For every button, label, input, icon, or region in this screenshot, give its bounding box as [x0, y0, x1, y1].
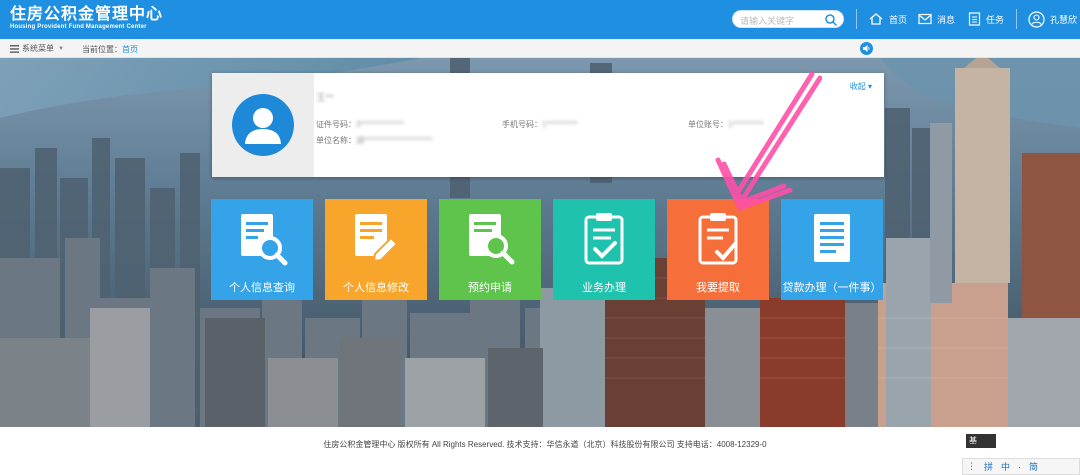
tile-personal-info-edit[interactable]: 个人信息修改 [325, 199, 427, 300]
task-list-icon [968, 12, 981, 26]
annotation-arrow-icon [715, 71, 822, 212]
caret-down-icon: ▾ [867, 82, 872, 91]
speaker-icon[interactable] [860, 42, 873, 55]
edit-document-icon [355, 214, 399, 263]
tile-label: 个人信息查询 [229, 282, 295, 294]
system-menu-button[interactable]: 系统菜单 ▼ [10, 43, 64, 54]
search-box [732, 10, 844, 29]
ime-logo-icon: ⋮ [967, 461, 976, 471]
user-silhouette-icon [245, 108, 281, 144]
ime-punctuation[interactable]: · [1018, 462, 1021, 472]
ime-mode-pinyin[interactable]: 拼 [984, 460, 993, 473]
footer-copyright: 住房公积金管理中心 版权所有 All Rights Reserved. 技术支持… [323, 440, 767, 449]
appointment-search-icon [469, 214, 515, 265]
header-divider [1016, 9, 1017, 29]
tile-label: 我要提取 [696, 282, 740, 294]
nav-home[interactable]: 首页 [868, 8, 907, 30]
tile-label: 预约申请 [468, 282, 512, 294]
breadcrumb: 当前位置：首页 [82, 44, 138, 55]
tile-label: 贷款办理（一件事） [782, 282, 882, 294]
footer: 住房公积金管理中心 版权所有 All Rights Reserved. 技术支持… [0, 427, 1080, 475]
collapse-label: 收起 [849, 82, 866, 91]
id-number-label: 证件号码： [316, 120, 356, 129]
tile-label: 业务办理 [582, 282, 626, 294]
ime-mode-chinese[interactable]: 中 [1001, 460, 1010, 473]
phone-field: 手机号码：1********** [502, 119, 578, 130]
search-document-icon [241, 214, 288, 266]
breadcrumb-home-link[interactable]: 首页 [122, 45, 138, 54]
collapse-toggle[interactable]: 收起 ▾ [850, 81, 872, 92]
nav-messages[interactable]: 消息 [918, 8, 955, 30]
tile-business-handling[interactable]: 业务办理 [553, 199, 655, 300]
employer-name-value: 湖********************** [356, 136, 433, 145]
employer-name-label: 单位名称： [316, 136, 356, 145]
id-number-value: 3************** [356, 120, 405, 129]
user-avatar-icon [1028, 10, 1045, 28]
logo-english-title: Housing Provident Fund Management Center [10, 24, 147, 30]
nav-tasks[interactable]: 任务 [968, 8, 1004, 30]
ime-badge: 基 [966, 434, 996, 448]
phone-label: 手机号码： [502, 120, 542, 129]
ime-toolbar[interactable]: ⋮ 拼 中 · 简 [962, 458, 1080, 475]
id-number-field: 证件号码：3************** [316, 119, 404, 130]
phone-value: 1********** [542, 120, 578, 129]
site-logo[interactable]: 住房公积金管理中心 Housing Provident Fund Managem… [10, 5, 163, 31]
system-menu-label: 系统菜单 [22, 44, 54, 53]
caret-down-icon: ▼ [58, 45, 64, 52]
nav-messages-label: 消息 [937, 14, 956, 25]
nav-tasks-label: 任务 [986, 14, 1005, 25]
search-input[interactable] [733, 13, 823, 29]
hamburger-icon [10, 44, 19, 53]
search-icon[interactable] [824, 13, 838, 27]
user-name: 孔慧欣 [1050, 14, 1078, 25]
logo-chinese-title: 住房公积金管理中心 [10, 4, 164, 23]
ime-simplified[interactable]: 简 [1029, 460, 1038, 473]
nav-home-label: 首页 [889, 14, 908, 25]
clipboard-check-icon [584, 213, 624, 265]
top-header: 住房公积金管理中心 Housing Provident Fund Managem… [0, 0, 1080, 39]
employer-name-field: 单位名称：湖********************** [316, 135, 433, 146]
tile-label: 个人信息修改 [343, 282, 409, 294]
tile-appointment[interactable]: 预约申请 [439, 199, 541, 300]
breadcrumb-bar: 系统菜单 ▼ 当前位置：首页 [0, 39, 1080, 58]
profile-name: 王** [316, 93, 334, 104]
avatar [232, 94, 294, 156]
header-divider [856, 9, 857, 29]
tile-personal-info-query[interactable]: 个人信息查询 [211, 199, 313, 300]
mail-icon [918, 13, 932, 25]
breadcrumb-prefix: 当前位置： [82, 45, 122, 54]
home-icon [869, 13, 883, 25]
avatar-panel [212, 73, 314, 177]
user-menu[interactable]: 孔慧欣 [1028, 8, 1077, 30]
